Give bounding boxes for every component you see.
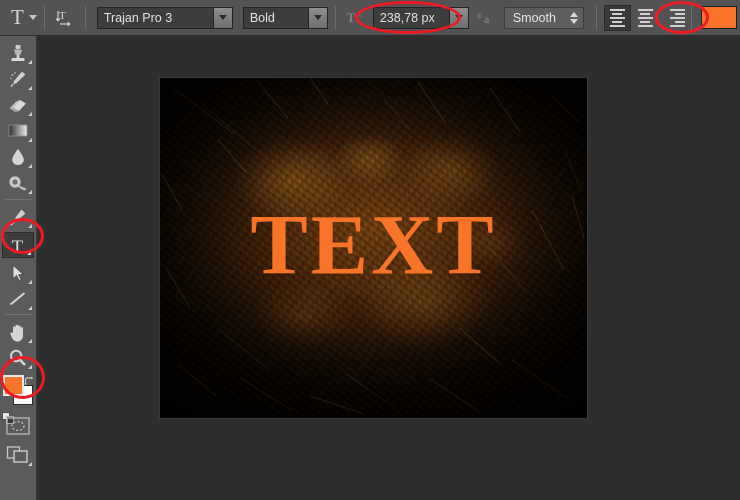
chevron-down-icon bbox=[219, 15, 227, 20]
font-size-dropdown-button[interactable] bbox=[449, 8, 468, 28]
svg-text:T: T bbox=[12, 237, 24, 257]
anti-alias-value: Smooth bbox=[513, 8, 556, 28]
tool-flyout-corner-icon bbox=[28, 306, 32, 310]
dodge-tool-icon bbox=[7, 173, 29, 193]
tools-panel: T bbox=[0, 36, 37, 500]
tool-path-selection[interactable] bbox=[2, 260, 34, 286]
tool-quick-mask[interactable] bbox=[2, 414, 34, 438]
history-brush-tool-icon bbox=[8, 69, 28, 89]
tool-screen-mode[interactable] bbox=[2, 442, 34, 468]
tool-flyout-corner-icon bbox=[28, 224, 32, 228]
hand-tool-icon bbox=[8, 322, 28, 343]
divider bbox=[691, 6, 692, 30]
tool-gradient[interactable] bbox=[2, 118, 34, 144]
svg-text:T: T bbox=[355, 14, 361, 24]
tool-flyout-corner-icon bbox=[28, 86, 32, 90]
gradient-tool-icon bbox=[7, 121, 29, 139]
tool-zoom[interactable] bbox=[2, 345, 34, 371]
screen-mode-icon bbox=[6, 445, 30, 465]
divider bbox=[5, 314, 32, 315]
divider bbox=[44, 6, 45, 30]
font-family-dropdown-button[interactable] bbox=[213, 8, 232, 28]
font-family-value: Trajan Pro 3 bbox=[98, 8, 213, 28]
zoom-tool-icon bbox=[8, 348, 28, 368]
tool-flyout-corner-icon bbox=[28, 112, 32, 116]
color-swatches-group bbox=[2, 374, 35, 407]
text-color-swatch[interactable] bbox=[701, 6, 737, 29]
tool-blur[interactable] bbox=[2, 144, 34, 170]
tool-preset-picker[interactable]: T bbox=[9, 7, 37, 28]
divider bbox=[335, 6, 336, 30]
align-left-button[interactable] bbox=[604, 5, 631, 31]
blur-tool-icon bbox=[9, 147, 27, 167]
document-canvas[interactable]: TEXT bbox=[160, 78, 587, 418]
svg-text:a: a bbox=[477, 10, 481, 20]
tool-flyout-corner-icon bbox=[28, 164, 32, 168]
font-size-value: 238,78 px bbox=[374, 8, 449, 28]
canvas-text-layer[interactable]: TEXT bbox=[160, 202, 587, 288]
tool-flyout-corner-icon bbox=[28, 365, 32, 369]
options-bar: T T Trajan Pro 3 Bold bbox=[0, 0, 740, 36]
tool-type[interactable]: T bbox=[2, 232, 34, 258]
quick-mask-icon bbox=[6, 417, 30, 435]
tool-history-brush[interactable] bbox=[2, 66, 34, 92]
tool-flyout-corner-icon bbox=[28, 60, 32, 64]
align-right-button[interactable] bbox=[660, 6, 685, 30]
foreground-color-swatch[interactable] bbox=[3, 375, 24, 396]
tool-flyout-corner-icon bbox=[28, 339, 32, 343]
font-size-icon: T T bbox=[343, 5, 369, 31]
tool-line[interactable] bbox=[2, 286, 34, 312]
anti-alias-select[interactable]: Smooth bbox=[504, 7, 584, 29]
svg-text:T: T bbox=[347, 10, 355, 25]
type-tool-icon: T bbox=[8, 236, 28, 257]
align-center-button[interactable] bbox=[633, 6, 658, 30]
font-style-combo[interactable]: Bold bbox=[243, 7, 328, 29]
font-style-dropdown-button[interactable] bbox=[308, 8, 327, 28]
chevron-down-icon bbox=[29, 15, 37, 20]
chevron-down-icon bbox=[314, 15, 322, 20]
pen-tool-icon bbox=[8, 207, 28, 227]
stepper-arrows-icon[interactable] bbox=[570, 12, 578, 24]
photoshop-window: T T Trajan Pro 3 Bold bbox=[0, 0, 740, 500]
divider bbox=[85, 6, 86, 30]
tool-flyout-corner-icon bbox=[28, 190, 32, 194]
path-selection-tool-icon bbox=[10, 263, 26, 283]
tool-clone-stamp[interactable] bbox=[2, 40, 34, 66]
tool-flyout-corner-icon bbox=[28, 462, 32, 466]
font-family-combo[interactable]: Trajan Pro 3 bbox=[97, 7, 233, 29]
tool-flyout-corner-icon bbox=[28, 280, 32, 284]
anti-alias-icon: a a bbox=[474, 5, 500, 31]
eraser-tool-icon bbox=[7, 95, 29, 115]
clone-stamp-tool-icon bbox=[8, 43, 28, 63]
tool-hand[interactable] bbox=[2, 319, 34, 345]
tool-eraser[interactable] bbox=[2, 92, 34, 118]
svg-text:a: a bbox=[484, 12, 490, 26]
svg-text:T: T bbox=[59, 10, 66, 22]
text-alignment-group bbox=[604, 5, 687, 31]
type-tool-preset-icon: T bbox=[9, 7, 29, 28]
swap-colors-icon[interactable] bbox=[24, 374, 35, 385]
tool-flyout-corner-icon bbox=[27, 251, 31, 255]
font-style-value: Bold bbox=[244, 8, 308, 28]
tool-flyout-corner-icon bbox=[28, 138, 32, 142]
canvas-area[interactable]: TEXT bbox=[37, 36, 740, 500]
toggle-text-orientation-icon[interactable]: T bbox=[52, 5, 78, 31]
chevron-down-icon bbox=[455, 15, 463, 20]
line-tool-icon bbox=[7, 289, 29, 309]
divider bbox=[5, 199, 32, 200]
font-size-combo[interactable]: 238,78 px bbox=[373, 7, 469, 29]
tool-pen[interactable] bbox=[2, 204, 34, 230]
tool-dodge[interactable] bbox=[2, 170, 34, 196]
divider bbox=[596, 6, 597, 30]
